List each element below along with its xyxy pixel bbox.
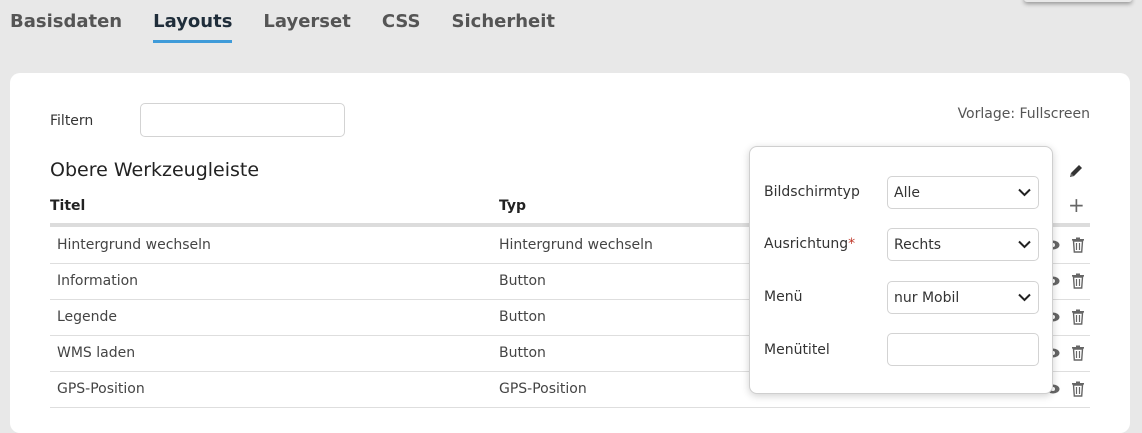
field-label-menutitel: Menütitel bbox=[764, 342, 830, 358]
chevron-down-icon bbox=[1018, 293, 1031, 302]
plus-icon[interactable]: + bbox=[1068, 195, 1085, 215]
row-title: Legende bbox=[57, 309, 118, 325]
trash-icon[interactable] bbox=[1071, 309, 1085, 325]
menu-select[interactable]: nur Mobil bbox=[887, 281, 1039, 314]
tab-layouts[interactable]: Layouts bbox=[153, 0, 233, 43]
row-title: GPS-Position bbox=[57, 381, 145, 397]
select-value: Alle bbox=[894, 185, 920, 201]
trash-icon[interactable] bbox=[1071, 381, 1085, 397]
pencil-icon[interactable] bbox=[1068, 163, 1084, 179]
layout-settings-popover: Bildschirmtyp Alle Ausrichtung* Rechts M… bbox=[749, 146, 1053, 394]
row-type: Hintergrund wechseln bbox=[499, 237, 653, 253]
row-type: Button bbox=[499, 309, 546, 325]
required-marker: * bbox=[848, 236, 856, 252]
section-title: Obere Werkzeugleiste bbox=[50, 159, 260, 181]
row-type: GPS-Position bbox=[499, 381, 587, 397]
overlay-edge bbox=[1024, 0, 1132, 2]
chevron-down-icon bbox=[1018, 188, 1031, 197]
column-header-title: Titel bbox=[50, 198, 86, 214]
select-value: nur Mobil bbox=[894, 290, 960, 306]
column-header-type: Typ bbox=[499, 198, 527, 214]
tab-sicherheit[interactable]: Sicherheit bbox=[452, 0, 556, 33]
tab-basisdaten[interactable]: Basisdaten bbox=[10, 0, 122, 33]
row-type: Button bbox=[499, 345, 546, 361]
row-title: Hintergrund wechseln bbox=[57, 237, 211, 253]
row-title: Information bbox=[57, 273, 139, 289]
trash-icon[interactable] bbox=[1071, 345, 1085, 361]
filter-input[interactable] bbox=[140, 103, 345, 137]
row-title: WMS laden bbox=[57, 345, 136, 361]
field-label-menu: Menü bbox=[764, 289, 803, 305]
template-label: Vorlage: Fullscreen bbox=[957, 106, 1090, 122]
menutitel-input[interactable] bbox=[887, 333, 1039, 366]
tab-css[interactable]: CSS bbox=[382, 0, 421, 33]
select-value: Rechts bbox=[894, 237, 942, 253]
row-type: Button bbox=[499, 273, 546, 289]
field-label-bildschirmtyp: Bildschirmtyp bbox=[764, 184, 860, 200]
ausrichtung-select[interactable]: Rechts bbox=[887, 228, 1039, 261]
filter-label: Filtern bbox=[50, 113, 94, 129]
trash-icon[interactable] bbox=[1071, 237, 1085, 253]
trash-icon[interactable] bbox=[1071, 273, 1085, 289]
chevron-down-icon bbox=[1018, 240, 1031, 249]
field-label-ausrichtung: Ausrichtung* bbox=[764, 236, 856, 252]
bildschirmtyp-select[interactable]: Alle bbox=[887, 176, 1039, 209]
tab-layerset[interactable]: Layerset bbox=[263, 0, 350, 33]
tab-bar: Basisdaten Layouts Layerset CSS Sicherhe… bbox=[10, 0, 586, 46]
